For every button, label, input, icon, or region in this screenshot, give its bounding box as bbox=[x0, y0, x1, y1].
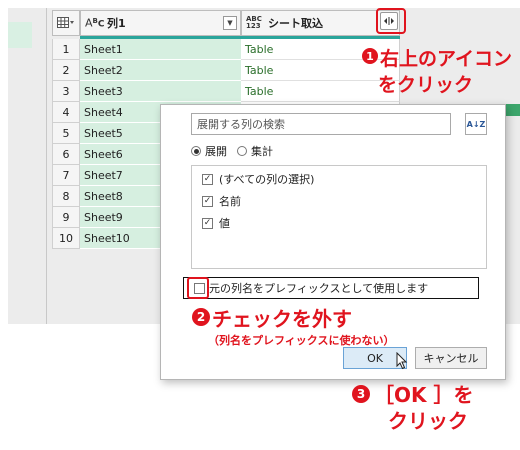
table-row[interactable]: 1 Sheet1 Table bbox=[52, 39, 400, 60]
list-item-label: 名前 bbox=[219, 195, 241, 208]
prefix-label: 元の列名をプレフィックスとして使用します bbox=[209, 282, 429, 295]
checkbox-value[interactable]: ✓ bbox=[202, 217, 213, 229]
row-number[interactable]: 10 bbox=[52, 228, 80, 249]
radio-expand-label[interactable]: 展開 bbox=[205, 143, 227, 159]
list-item-label: (すべての列の選択) bbox=[219, 173, 315, 186]
sort-button[interactable]: A↓Z bbox=[465, 113, 487, 135]
prefix-checkbox-highlight bbox=[187, 277, 209, 299]
step3-number: 3 bbox=[352, 385, 370, 403]
radio-aggregate-label[interactable]: 集計 bbox=[251, 143, 273, 159]
list-item-name[interactable]: ✓ 名前 bbox=[202, 193, 241, 209]
cancel-button[interactable]: キャンセル bbox=[415, 347, 487, 369]
row-number[interactable]: 2 bbox=[52, 60, 80, 81]
checkbox-select-all[interactable]: ✓ bbox=[202, 173, 213, 185]
table-row[interactable]: 2 Sheet2 Table bbox=[52, 60, 400, 81]
row-number[interactable]: 6 bbox=[52, 144, 80, 165]
row-number[interactable]: 3 bbox=[52, 81, 80, 102]
step1-text-line2: をクリック bbox=[378, 74, 474, 96]
step1-text-line1: 右上のアイコン bbox=[380, 48, 513, 70]
step3-text-line1: ［OK ］を bbox=[374, 383, 474, 407]
column-filter-button[interactable]: ▼ bbox=[223, 16, 237, 30]
step2-title: チェックを外す bbox=[212, 307, 352, 331]
sort-az-icon: A↓Z bbox=[466, 119, 486, 129]
step2-number: 2 bbox=[192, 308, 210, 326]
mouse-cursor-icon bbox=[396, 351, 408, 373]
type-label-bottom: 123 bbox=[246, 22, 261, 30]
search-placeholder: 展開する列の検索 bbox=[197, 118, 285, 131]
cell-col1[interactable]: Sheet1 bbox=[80, 39, 241, 60]
column-header-col1[interactable]: ABC 列1 ▼ bbox=[80, 10, 241, 36]
right-pane-marker bbox=[506, 104, 520, 116]
pane-divider[interactable] bbox=[46, 8, 47, 324]
list-item-label: 値 bbox=[219, 217, 230, 230]
cell-col2[interactable]: Table bbox=[241, 81, 400, 102]
column-name: 列1 bbox=[107, 17, 126, 30]
row-number[interactable]: 8 bbox=[52, 186, 80, 207]
row-number[interactable]: 4 bbox=[52, 102, 80, 123]
radio-expand[interactable] bbox=[191, 146, 201, 156]
radio-aggregate[interactable] bbox=[237, 146, 247, 156]
type-label-sub: C bbox=[97, 19, 105, 30]
prefix-option-row[interactable]: 元の列名をプレフィックスとして使用します bbox=[183, 277, 479, 299]
step2-subtitle: （列名をプレフィックスに使わない） bbox=[208, 334, 395, 347]
column-search-input[interactable]: 展開する列の検索 bbox=[191, 113, 451, 135]
cell-col2[interactable]: Table bbox=[241, 60, 400, 81]
table-menu-button[interactable] bbox=[52, 10, 80, 36]
cell-col1[interactable]: Sheet2 bbox=[80, 60, 241, 81]
list-item-value[interactable]: ✓ 値 bbox=[202, 215, 230, 231]
row-number[interactable]: 5 bbox=[52, 123, 80, 144]
list-item-select-all[interactable]: ✓ (すべての列の選択) bbox=[202, 171, 314, 187]
cell-col1[interactable]: Sheet3 bbox=[80, 81, 241, 102]
any-type-icon[interactable]: ABC 123 bbox=[246, 16, 264, 30]
mode-radio-group: 展開 集計 bbox=[191, 143, 273, 159]
row-number[interactable]: 1 bbox=[52, 39, 80, 60]
step1-number: 1 bbox=[362, 48, 378, 64]
row-number[interactable]: 7 bbox=[52, 165, 80, 186]
chevron-down-icon: ▼ bbox=[227, 19, 233, 27]
step3-text-line2: クリック bbox=[388, 409, 468, 433]
checkbox-name[interactable]: ✓ bbox=[202, 195, 213, 207]
cancel-label: キャンセル bbox=[423, 352, 479, 365]
query-pane-selection bbox=[8, 22, 32, 48]
text-type-icon[interactable]: ABC bbox=[85, 16, 105, 30]
table-icon bbox=[57, 17, 74, 28]
row-number[interactable]: 9 bbox=[52, 207, 80, 228]
type-label-top: A bbox=[85, 16, 93, 30]
expand-button-highlight bbox=[376, 8, 406, 34]
ok-label: OK bbox=[367, 351, 383, 365]
column-checkbox-list: ✓ (すべての列の選択) ✓ 名前 ✓ 値 bbox=[191, 165, 487, 269]
table-row[interactable]: 3 Sheet3 Table bbox=[52, 81, 400, 102]
